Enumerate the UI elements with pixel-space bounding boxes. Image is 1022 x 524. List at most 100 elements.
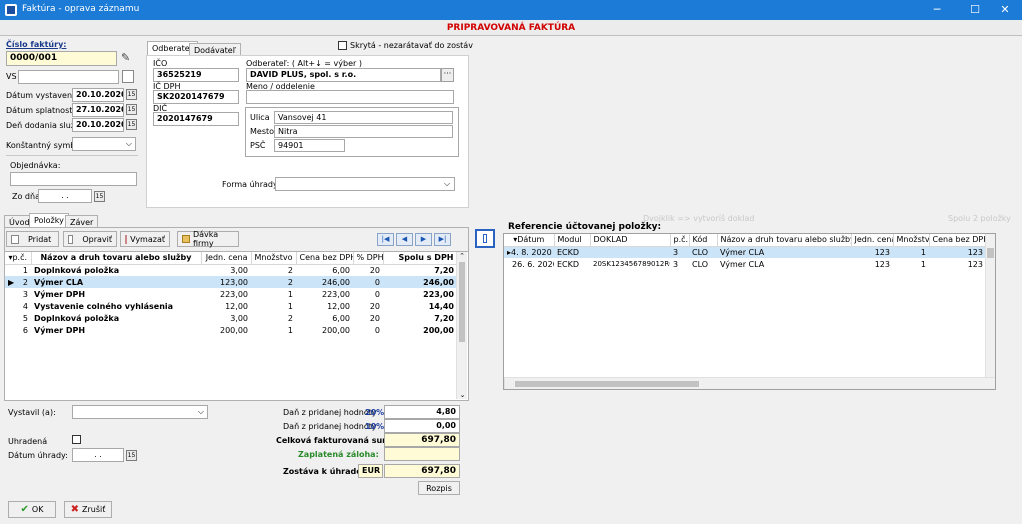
table-row[interactable]: 6 Výmer DPH 200,00 1 200,00 0 200,00 — [5, 324, 457, 336]
scroll-down-icon[interactable]: ⌄ — [457, 391, 468, 399]
col-header[interactable]: Jedn. cena — [201, 252, 252, 265]
calendar-icon[interactable]: 15 — [126, 119, 137, 130]
table-row[interactable]: ▸4. 8. 2020 ECKD 3 CLO Výmer CLA 123 1 123 — [504, 246, 986, 258]
col-header[interactable]: Jedn. cena — [851, 234, 894, 247]
invoice-number-input[interactable]: 0000/001 — [6, 51, 117, 66]
col-header[interactable]: Modul — [554, 234, 591, 247]
vs-input[interactable] — [18, 70, 119, 84]
next-record-icon[interactable]: ▶ — [415, 233, 432, 246]
breakdown-button[interactable]: Rozpis — [418, 481, 460, 495]
cell-doc: 20SK123456789012R0 — [593, 260, 670, 268]
tab-polozky[interactable]: Položky — [29, 213, 69, 227]
issue-date-input[interactable]: 20.10.2020 — [72, 88, 124, 102]
scroll-thumb[interactable] — [987, 248, 994, 258]
issued-by-select[interactable]: ⌵ — [72, 405, 208, 419]
col-header[interactable]: Názov a druh tovaru alebo služby — [31, 252, 202, 265]
edit-pencil-icon[interactable]: ✎ — [121, 51, 135, 65]
col-header[interactable]: ▾p.č. — [5, 252, 32, 265]
ico-input[interactable]: 36525219 — [153, 68, 239, 82]
zip-input[interactable]: 94901 — [274, 139, 345, 152]
payment-date-label: Dátum úhrady: — [8, 451, 68, 460]
link-button[interactable] — [475, 229, 495, 248]
maximize-icon[interactable]: ☐ — [960, 2, 990, 18]
minimize-icon[interactable]: ─ — [922, 2, 952, 18]
col-header[interactable]: Množstvo — [251, 252, 297, 265]
cell-total: 14,40 — [428, 301, 454, 311]
calendar-icon[interactable]: 15 — [126, 89, 137, 100]
col-header[interactable]: Názov a druh tovaru alebo služby — [717, 234, 852, 247]
cell-net: 223,00 — [322, 289, 350, 299]
payment-date-input[interactable]: . . — [72, 448, 124, 462]
cell-num: 3 — [670, 246, 689, 258]
table-row[interactable]: ▶ 2 Výmer CLA 123,00 2 246,00 0 246,00 — [5, 276, 457, 288]
street-input[interactable]: Vansovej 41 — [274, 111, 453, 124]
cell-vat: 20 — [369, 265, 380, 275]
delivery-date-input[interactable]: 20.10.2020 — [72, 118, 124, 132]
cancel-button[interactable]: ✖ Zrušiť — [64, 501, 112, 518]
payment-form-select[interactable] — [275, 177, 455, 191]
more-button[interactable]: ··· — [441, 68, 454, 82]
items-table: ▾p.č. Názov a druh tovaru alebo služby J… — [5, 252, 458, 336]
batch-button[interactable]: Dávka firmy — [177, 230, 239, 248]
dic-input[interactable]: 2020147679 — [153, 112, 239, 126]
calendar-icon[interactable]: 15 — [94, 191, 105, 202]
col-header[interactable]: Spolu s DPH — [383, 252, 458, 265]
cell-module: ECKD — [557, 259, 580, 269]
invoice-number-label: Číslo faktúry: — [6, 40, 67, 49]
prev-record-icon[interactable]: ◀ — [396, 233, 413, 246]
calendar-icon[interactable]: 15 — [126, 450, 137, 461]
cell-qty: 2 — [287, 265, 293, 275]
scroll-thumb[interactable] — [459, 262, 465, 342]
col-header[interactable]: % DPH — [353, 252, 384, 265]
city-input[interactable]: Nitra — [274, 125, 453, 138]
table-row[interactable]: 1 Doplnková položka 3,00 2 6,00 20 7,20 — [5, 264, 457, 276]
col-header[interactable]: DOKLAD — [590, 234, 671, 247]
table-row[interactable]: 5 Doplnková položka 3,00 2 6,00 20 7,20 — [5, 312, 457, 324]
cell-net: 12,00 — [327, 301, 350, 311]
col-header[interactable]: Cena bez DPH — [296, 252, 354, 265]
ok-button[interactable]: ✔ OK — [8, 501, 56, 518]
advance-value[interactable] — [384, 447, 460, 461]
copy-icon[interactable] — [122, 70, 134, 83]
hidden-checkbox[interactable] — [338, 41, 347, 50]
scroll-up-icon[interactable]: ⌃ — [457, 252, 467, 260]
due-date-input[interactable]: 27.10.2020 — [72, 103, 124, 117]
table-row[interactable]: 26. 6. 2020 ECKD 20SK123456789012R0 3 CLO Vým… — [504, 258, 986, 270]
vertical-scrollbar[interactable] — [985, 234, 995, 377]
cell-name: Doplnková položka — [34, 265, 120, 275]
cell-price: 3,00 — [230, 265, 248, 275]
horizontal-scrollbar[interactable] — [504, 377, 995, 389]
add-button[interactable]: Pridat — [6, 231, 59, 247]
col-header[interactable]: p.č. — [670, 234, 690, 247]
contact-input[interactable] — [246, 90, 454, 104]
currency-value[interactable]: EUR — [358, 464, 383, 478]
paid-checkbox[interactable] — [72, 435, 81, 444]
icdph-input[interactable]: SK2020147679 — [153, 90, 239, 104]
scroll-thumb[interactable] — [515, 381, 699, 387]
close-icon[interactable]: ✕ — [990, 2, 1020, 18]
cell-price: 200,00 — [220, 325, 248, 335]
vertical-scrollbar[interactable]: ⌃ ⌄ — [456, 252, 467, 399]
col-header[interactable]: Množstvo — [893, 234, 930, 247]
customer-input[interactable]: DAVID PLUS, spol. s r.o. — [246, 68, 441, 82]
cell-name: Vystavenie colného vyhlásenia — [34, 301, 174, 311]
order-input[interactable] — [10, 172, 137, 186]
city-label: Mesto — [250, 127, 275, 136]
constant-symbol-select[interactable]: ⌵ — [72, 137, 136, 151]
last-record-icon[interactable]: ▶| — [434, 233, 451, 246]
table-row[interactable]: 3 Výmer DPH 223,00 1 223,00 0 223,00 — [5, 288, 457, 300]
divider — [6, 155, 138, 156]
col-header[interactable]: Kód — [689, 234, 718, 247]
hidden-label: Skrytá - nezarátavať do zostáv — [350, 41, 473, 50]
header-label: p.č. — [12, 253, 28, 263]
table-row[interactable]: 4 Vystavenie colného vyhlásenia 12,00 1 12,0… — [5, 300, 457, 312]
col-header[interactable]: Cena bez DPH — [929, 234, 987, 247]
cell-num: 3 — [22, 289, 28, 299]
first-record-icon[interactable]: |◀ — [377, 233, 394, 246]
order-date-input[interactable]: . . — [38, 189, 92, 203]
calendar-icon[interactable]: 15 — [126, 104, 137, 115]
col-header[interactable]: ▾Dátum — [504, 234, 555, 247]
reference-title: Referencie účtovanej položky: — [508, 222, 662, 232]
edit-button[interactable]: Opraviť — [63, 231, 117, 247]
delete-button[interactable]: Vymazať — [120, 231, 170, 247]
